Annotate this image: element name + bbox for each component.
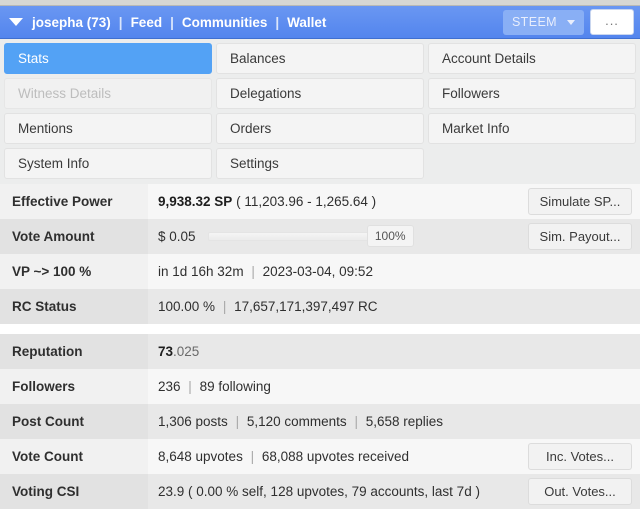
tab-delegations[interactable]: Delegations	[216, 78, 424, 109]
row-value-reputation: 73.025	[148, 334, 504, 369]
tab-followers[interactable]: Followers	[428, 78, 636, 109]
row-label-reputation: Reputation	[0, 334, 148, 369]
tab-account-details[interactable]: Account Details	[428, 43, 636, 74]
tab-orders[interactable]: Orders	[216, 113, 424, 144]
row-value-vp: in 1d 16h 32m | 2023-03-04, 09:52	[148, 254, 504, 289]
vote-weight-slider[interactable]: 100%	[207, 224, 414, 247]
nav-link-feed[interactable]: Feed	[131, 15, 163, 30]
tab-witness-details: Witness Details	[4, 78, 212, 109]
outgoing-votes-button[interactable]: Out. Votes...	[528, 478, 632, 505]
row-value-rc-status: 100.00 % | 17,657,171,397,497 RC	[148, 289, 504, 324]
vote-amount-value: $ 0.05	[158, 229, 196, 244]
nav-separator: |	[275, 14, 280, 30]
nav-links: josepha (73) | Feed | Communities | Wall…	[32, 15, 503, 30]
row-action-cell	[504, 404, 640, 439]
row-label-effective-power: Effective Power	[0, 184, 148, 219]
value-separator: |	[251, 264, 255, 279]
row-value-vote-count: 8,648 upvotes | 68,088 upvotes received	[148, 439, 504, 474]
vp-time-remaining: in 1d 16h 32m	[158, 264, 244, 279]
tab-system-info[interactable]: System Info	[4, 148, 212, 179]
tab-stats[interactable]: Stats	[4, 43, 212, 74]
row-value-post-count: 1,306 posts | 5,120 comments | 5,658 rep…	[148, 404, 504, 439]
nav-link-wallet[interactable]: Wallet	[287, 15, 326, 30]
row-action-cell: Sim. Payout...	[504, 219, 640, 254]
table-row: Reputation 73.025	[0, 334, 640, 369]
table-row: Post Count 1,306 posts | 5,120 comments …	[0, 404, 640, 439]
rc-amount: 17,657,171,397,497 RC	[234, 299, 378, 314]
value-separator: |	[235, 414, 240, 429]
bottom-padding	[0, 509, 640, 523]
nav-link-account[interactable]: josepha (73)	[32, 15, 111, 30]
upvotes-received: 68,088 upvotes received	[261, 449, 409, 464]
caret-down-icon[interactable]	[9, 18, 23, 26]
value-separator: |	[188, 379, 192, 394]
row-action-cell	[504, 334, 640, 369]
table-row: VP ~> 100 % in 1d 16h 32m | 2023-03-04, …	[0, 254, 640, 289]
slider-value-label: 100%	[366, 224, 414, 247]
row-label-rc-status: RC Status	[0, 289, 148, 324]
more-menu-button[interactable]: ...	[590, 9, 634, 35]
replies-count: 5,658 replies	[365, 414, 444, 429]
row-label-voting-csi: Voting CSI	[0, 474, 148, 509]
effective-power-range: ( 11,203.96 - 1,265.64 )	[236, 194, 377, 209]
nav-link-communities[interactable]: Communities	[182, 15, 268, 30]
reputation-decimal: .025	[173, 344, 200, 359]
tab-market-info[interactable]: Market Info	[428, 113, 636, 144]
currency-selector[interactable]: STEEM	[502, 9, 584, 35]
tab-balances[interactable]: Balances	[216, 43, 424, 74]
upvotes-given: 8,648 upvotes	[158, 449, 243, 464]
table-row: Vote Count 8,648 upvotes | 68,088 upvote…	[0, 439, 640, 474]
posts-count: 1,306 posts	[158, 414, 228, 429]
row-value-vote-amount: $ 0.05 100%	[148, 219, 504, 254]
row-label-post-count: Post Count	[0, 404, 148, 439]
row-label-vote-amount: Vote Amount	[0, 219, 148, 254]
row-label-vote-count: Vote Count	[0, 439, 148, 474]
tab-mentions[interactable]: Mentions	[4, 113, 212, 144]
following-count: 89 following	[199, 379, 271, 394]
stats-table-secondary: Reputation 73.025 Followers 236 | 89 fol…	[0, 334, 640, 509]
row-action-cell	[504, 289, 640, 324]
value-separator: |	[250, 449, 255, 464]
reputation-integer: 73	[158, 344, 174, 359]
rc-percent: 100.00 %	[158, 299, 216, 314]
sim-payout-button[interactable]: Sim. Payout...	[528, 223, 632, 250]
section-separator	[0, 324, 640, 334]
incoming-votes-button[interactable]: Inc. Votes...	[528, 443, 632, 470]
row-action-cell: Inc. Votes...	[504, 439, 640, 474]
table-row: Vote Amount $ 0.05 100% Sim. Payout...	[0, 219, 640, 254]
row-action-cell	[504, 369, 640, 404]
nav-separator: |	[170, 14, 174, 30]
row-action-cell: Out. Votes...	[504, 474, 640, 509]
followers-count: 236	[158, 379, 181, 394]
simulate-sp-button[interactable]: Simulate SP...	[528, 188, 632, 215]
row-action-cell: Simulate SP...	[504, 184, 640, 219]
row-value-followers: 236 | 89 following	[148, 369, 504, 404]
caret-down-icon	[567, 19, 575, 25]
table-row: Effective Power 9,938.32 SP ( 11,203.96 …	[0, 184, 640, 219]
vp-timestamp: 2023-03-04, 09:52	[262, 264, 373, 279]
tab-grid: Stats Balances Account Details Witness D…	[0, 39, 640, 184]
row-value-effective-power: 9,938.32 SP ( 11,203.96 - 1,265.64 )	[148, 184, 504, 219]
table-row: Voting CSI 23.9 ( 0.00 % self, 128 upvot…	[0, 474, 640, 509]
row-action-cell	[504, 254, 640, 289]
table-row: RC Status 100.00 % | 17,657,171,397,497 …	[0, 289, 640, 324]
value-separator: |	[354, 414, 358, 429]
table-row: Followers 236 | 89 following	[0, 369, 640, 404]
effective-power-amount: 9,938.32 SP	[158, 194, 233, 209]
nav-separator: |	[118, 14, 123, 30]
top-navigation-bar: josepha (73) | Feed | Communities | Wall…	[0, 6, 640, 39]
tab-placeholder	[428, 148, 636, 179]
row-value-voting-csi: 23.9 ( 0.00 % self, 128 upvotes, 79 acco…	[148, 474, 504, 509]
row-label-followers: Followers	[0, 369, 148, 404]
row-label-vp: VP ~> 100 %	[0, 254, 148, 289]
app-window: josepha (73) | Feed | Communities | Wall…	[0, 0, 640, 524]
tab-settings[interactable]: Settings	[216, 148, 424, 179]
comments-count: 5,120 comments	[246, 414, 347, 429]
stats-table-primary: Effective Power 9,938.32 SP ( 11,203.96 …	[0, 184, 640, 324]
value-separator: |	[222, 299, 227, 314]
currency-selector-label: STEEM	[511, 15, 557, 29]
